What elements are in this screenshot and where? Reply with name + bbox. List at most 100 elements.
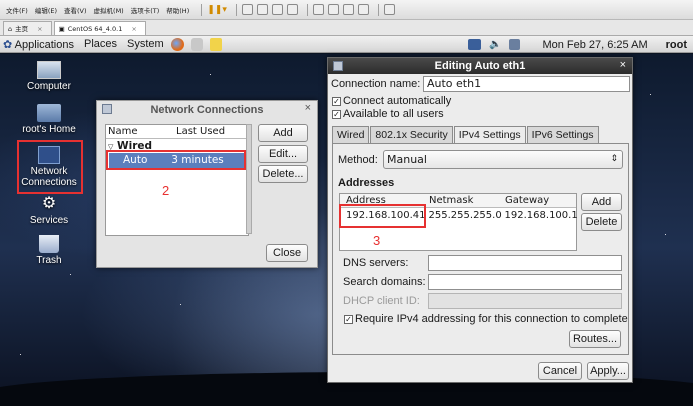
addresses-heading: Addresses bbox=[338, 177, 395, 189]
desktop-icon-services[interactable]: ⚙ Services bbox=[14, 195, 84, 226]
address-row[interactable]: 192.168.100.41 255.255.255.0 192.168.100… bbox=[340, 208, 578, 224]
desktop-icon-label: Network Connections bbox=[21, 166, 77, 188]
editing-titlebar[interactable]: Editing Auto eth1 × bbox=[328, 58, 632, 74]
close-icon[interactable]: × bbox=[131, 22, 136, 36]
cancel-button[interactable]: Cancel bbox=[538, 362, 582, 380]
scrollbar[interactable] bbox=[246, 124, 252, 234]
tab-ipv4-settings[interactable]: IPv4 Settings bbox=[453, 126, 526, 144]
host-menu-view[interactable]: 查看(V) bbox=[64, 5, 87, 15]
host-menu-tabs[interactable]: 选项卡(T) bbox=[131, 5, 160, 15]
connection-row[interactable]: Auto eth1 3 minutes ago bbox=[109, 153, 244, 181]
tab-wired[interactable]: Wired bbox=[332, 126, 370, 143]
host-menu-edit[interactable]: 编辑(E) bbox=[35, 5, 57, 15]
column-gateway[interactable]: Gateway bbox=[502, 194, 549, 207]
expander-icon[interactable]: ▽ bbox=[108, 143, 113, 151]
snapshot-manager-icon[interactable] bbox=[286, 4, 298, 15]
places-menu[interactable]: Places bbox=[84, 38, 117, 50]
desktop-icon-home[interactable]: root's Home bbox=[14, 104, 84, 135]
dns-servers-input[interactable] bbox=[428, 255, 622, 271]
close-icon[interactable]: × bbox=[305, 102, 311, 114]
method-select[interactable]: Manual ⇕ bbox=[383, 150, 623, 169]
close-button[interactable]: Close bbox=[266, 244, 308, 262]
add-address-button[interactable]: Add bbox=[581, 193, 622, 211]
host-menu-vm[interactable]: 虚拟机(M) bbox=[94, 5, 124, 15]
column-netmask[interactable]: Netmask bbox=[426, 194, 502, 207]
applications-menu[interactable]: ✿ Applications bbox=[3, 38, 74, 51]
desktop-icon-label: Trash bbox=[36, 255, 62, 266]
routes-button[interactable]: Routes... bbox=[569, 330, 621, 348]
fullscreen-icon[interactable] bbox=[342, 4, 354, 15]
notes-icon[interactable] bbox=[209, 37, 222, 51]
connection-name: Auto eth1 bbox=[123, 154, 148, 181]
desktop-icon-trash[interactable]: Trash bbox=[14, 235, 84, 266]
edit-button[interactable]: Edit... bbox=[258, 145, 308, 163]
firefox-icon[interactable] bbox=[170, 37, 184, 51]
search-domains-input[interactable] bbox=[428, 274, 622, 290]
sidebar-icon[interactable] bbox=[312, 4, 324, 15]
search-domains-label: Search domains: bbox=[343, 276, 426, 288]
annotation-3: 3 bbox=[373, 233, 381, 248]
host-tabbar: ⌂ 主页 × ▣ CentOS 64_4.0.1 × bbox=[0, 20, 693, 36]
connection-name-input[interactable]: Auto eth1 bbox=[423, 76, 630, 92]
tab-home[interactable]: ⌂ 主页 × bbox=[3, 21, 52, 35]
toolbar-separator bbox=[235, 3, 237, 16]
tab-vm-label: CentOS 64_4.0.1 bbox=[67, 24, 123, 33]
panel-clock[interactable]: Mon Feb 27, 6:25 AM bbox=[542, 39, 647, 51]
toolbar-separator bbox=[377, 3, 379, 16]
address-cell[interactable]: 192.168.100.41 bbox=[340, 208, 426, 224]
connections-header: Name Last Used bbox=[106, 125, 248, 139]
available-to-all-label[interactable]: Available to all users bbox=[343, 108, 444, 120]
volume-icon[interactable]: 🔈 bbox=[489, 39, 501, 50]
home-folder-icon bbox=[37, 104, 61, 122]
gear-icon: ⚙ bbox=[41, 195, 57, 212]
tab-ipv6-settings[interactable]: IPv6 Settings bbox=[526, 126, 599, 143]
delete-address-button[interactable]: Delete bbox=[581, 213, 622, 231]
available-to-all-checkbox[interactable]: ✓ bbox=[332, 110, 341, 119]
column-last-used[interactable]: Last Used bbox=[174, 125, 225, 138]
send-keys-icon[interactable] bbox=[241, 4, 253, 15]
tab-8021x-security[interactable]: 802.1x Security bbox=[370, 126, 453, 143]
console-view-icon[interactable] bbox=[383, 4, 395, 15]
desktop-icon-label: Services bbox=[29, 215, 69, 226]
addresses-header: Address Netmask Gateway bbox=[340, 194, 576, 208]
nc-titlebar[interactable]: Network Connections × bbox=[97, 101, 317, 118]
window-icon bbox=[333, 61, 343, 71]
connect-automatically-label[interactable]: Connect automatically bbox=[343, 95, 451, 107]
tab-vm[interactable]: ▣ CentOS 64_4.0.1 × bbox=[53, 21, 146, 36]
dns-servers-label: DNS servers: bbox=[343, 257, 409, 269]
method-value: Manual bbox=[387, 153, 427, 166]
netmask-cell[interactable]: 255.255.255.0 bbox=[426, 208, 502, 224]
delete-button[interactable]: Delete... bbox=[258, 165, 308, 183]
close-icon[interactable]: × bbox=[620, 59, 626, 71]
snapshot-icon[interactable] bbox=[256, 4, 268, 15]
column-name[interactable]: Name bbox=[106, 125, 174, 138]
add-button[interactable]: Add bbox=[258, 124, 308, 142]
thumbnail-icon[interactable] bbox=[327, 4, 339, 15]
pause-icon[interactable]: ❚❚▾ bbox=[207, 5, 227, 15]
close-icon[interactable]: × bbox=[37, 22, 42, 36]
gateway-cell[interactable]: 192.168.100.1 bbox=[502, 208, 578, 224]
panel-user[interactable]: root bbox=[666, 39, 687, 51]
desktop-icon-computer[interactable]: Computer bbox=[14, 61, 84, 92]
host-menu-file[interactable]: 文件(F) bbox=[6, 5, 28, 15]
mail-icon[interactable] bbox=[190, 37, 203, 51]
require-ipv4-checkbox[interactable]: ✓ bbox=[344, 315, 353, 324]
host-menu-help[interactable]: 帮助(H) bbox=[166, 5, 189, 15]
network-connections-window: Network Connections × Name Last Used ▽ W… bbox=[96, 100, 318, 268]
require-ipv4-label[interactable]: Require IPv4 addressing for this connect… bbox=[355, 313, 628, 325]
gnome-foot-icon: ✿ bbox=[3, 38, 13, 51]
connect-automatically-checkbox[interactable]: ✓ bbox=[332, 97, 341, 106]
revert-snapshot-icon[interactable] bbox=[271, 4, 283, 15]
column-address[interactable]: Address bbox=[340, 194, 426, 207]
desktop-icon-network-connections[interactable]: Network Connections bbox=[14, 146, 84, 188]
vm-icon: ▣ bbox=[58, 24, 65, 33]
toolbar-separator bbox=[201, 3, 203, 16]
system-menu[interactable]: System bbox=[127, 38, 164, 50]
select-arrows-icon: ⇕ bbox=[610, 154, 618, 164]
panel-tray: 🔈 Mon Feb 27, 6:25 AM root bbox=[467, 36, 687, 53]
connection-last-used: 3 minutes ago bbox=[171, 154, 224, 181]
update-icon[interactable] bbox=[467, 39, 481, 50]
apply-button[interactable]: Apply... bbox=[587, 362, 629, 380]
network-icon[interactable] bbox=[509, 39, 521, 50]
unity-icon[interactable] bbox=[357, 4, 369, 15]
